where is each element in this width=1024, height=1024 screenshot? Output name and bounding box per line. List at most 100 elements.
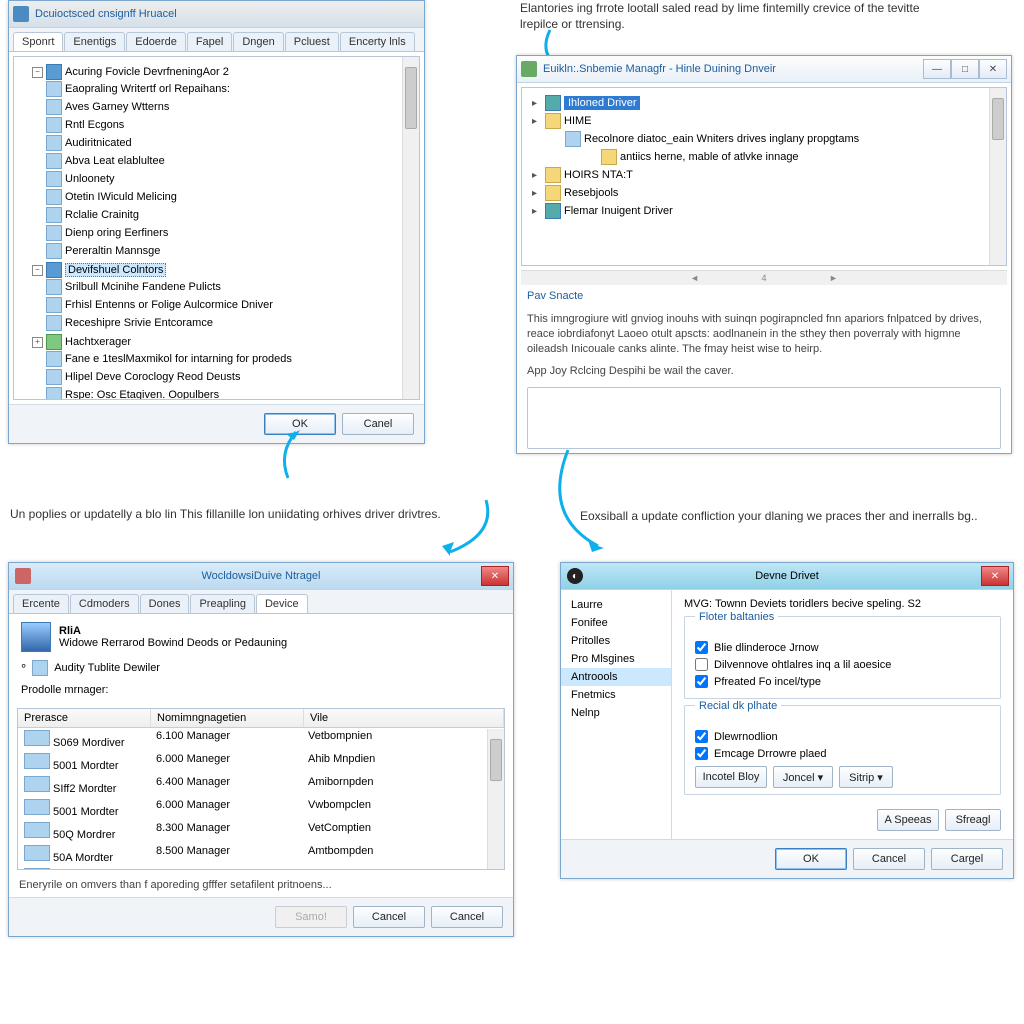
- expand-arrow[interactable]: ▸: [532, 188, 542, 199]
- table-row[interactable]: SIff2 Mordter6.400 ManagerAmibornpden: [18, 774, 504, 797]
- check-5[interactable]: Emcage Drrowre plaed: [695, 747, 990, 760]
- tree-item[interactable]: Rclalie Crainitg: [65, 209, 139, 221]
- nav-fnetmics[interactable]: Fnetmics: [561, 686, 671, 704]
- tree-item[interactable]: Frhisl Entenns or Folige Aulcormice Dniv…: [65, 299, 273, 311]
- tree-item[interactable]: Rntl Ecgons: [65, 119, 124, 131]
- tree-item[interactable]: Audiritnicated: [65, 137, 132, 149]
- aspeeas-button[interactable]: A Speeas: [877, 809, 939, 831]
- notes-textarea[interactable]: [527, 387, 1001, 449]
- tab-enentigs[interactable]: Enentigs: [64, 32, 125, 51]
- leaf-icon: [46, 117, 62, 133]
- scrollbar-thumb[interactable]: [405, 67, 417, 129]
- close-button[interactable]: ✕: [979, 59, 1007, 79]
- scrollbar[interactable]: [402, 57, 419, 399]
- cancel-button[interactable]: Cancel: [853, 848, 925, 870]
- check-2[interactable]: Dilvennove ohtlalres inq a lil aoesice: [695, 658, 990, 671]
- nav-promlsgines[interactable]: Pro Mlsgines: [561, 650, 671, 668]
- ok-button[interactable]: OK: [264, 413, 336, 435]
- tab-dngen[interactable]: Dngen: [233, 32, 283, 51]
- scrollbar[interactable]: [989, 88, 1006, 265]
- titlebar[interactable]: Dcuioctsced cnsignff Hruacel: [9, 1, 424, 28]
- tab-sponrt[interactable]: Sponrt: [13, 32, 63, 51]
- tree-item[interactable]: Fane e 1teslMaxmikol for intarning for p…: [65, 353, 292, 365]
- horizontal-scrollbar[interactable]: ◄ 4 ►: [521, 270, 1007, 285]
- close-button[interactable]: ✕: [981, 566, 1009, 586]
- titlebar[interactable]: WocldowsiDuive Ntragel ✕: [9, 563, 513, 590]
- check-1[interactable]: Blie dlinderoce Jrnow: [695, 641, 990, 654]
- table-row[interactable]: 50A Mordter8.500 ManagerAmtbompden: [18, 843, 504, 866]
- cancel-button[interactable]: Canel: [342, 413, 414, 435]
- maximize-button[interactable]: □: [951, 59, 979, 79]
- scrollbar-thumb[interactable]: [490, 739, 502, 781]
- module-list[interactable]: Prerasce Nomimngnagetien Vile S069 Mordi…: [17, 708, 505, 870]
- driver-tree[interactable]: ▸ Ihloned Driver ▸ HIME Recolnore diatoc_eai…: [521, 87, 1007, 266]
- expand-arrow[interactable]: ▸: [532, 170, 542, 181]
- driver-item[interactable]: HIME: [564, 115, 592, 127]
- driver-item[interactable]: Ihloned Driver: [564, 96, 640, 110]
- ok-button[interactable]: OK: [775, 848, 847, 870]
- table-row[interactable]: 5001 Mordter6.000 ManagerVwbompclen: [18, 797, 504, 820]
- tree-item[interactable]: Unloonety: [65, 173, 115, 185]
- table-row[interactable]: 5010 Mordter7,100 ManagerVecComopien: [18, 866, 504, 870]
- titlebar[interactable]: Euikln:.Snbemie Managfr - Hinle Duining …: [517, 56, 1011, 83]
- driver-item[interactable]: HOIRS NTA:T: [564, 169, 633, 181]
- tab-preapling[interactable]: Preapling: [190, 594, 254, 613]
- tree-item[interactable]: Pereraltin Mannsge: [65, 245, 160, 257]
- expand-arrow[interactable]: ▸: [532, 116, 542, 127]
- incotel-button[interactable]: Incotel Bloy: [695, 766, 767, 788]
- col-1[interactable]: Prerasce: [18, 709, 151, 727]
- cancel-button-2[interactable]: Cancel: [431, 906, 503, 928]
- tree-item[interactable]: Aves Garney Wtterns: [65, 101, 169, 113]
- table-row[interactable]: S069 Mordiver6.100 ManagerVetbompnien: [18, 728, 504, 751]
- tree-item[interactable]: Eaopraling Writertf orl Repaihans:: [65, 83, 230, 95]
- minimize-button[interactable]: —: [923, 59, 951, 79]
- tab-encerty[interactable]: Encerty lnls: [340, 32, 415, 51]
- col-2[interactable]: Nomimngnagetien: [151, 709, 304, 727]
- leaf-icon: [46, 207, 62, 223]
- nav-fonifee[interactable]: Fonifee: [561, 614, 671, 632]
- expand-arrow[interactable]: ▸: [532, 98, 542, 109]
- scrollbar-thumb[interactable]: [992, 98, 1004, 140]
- tree-item[interactable]: Otetin IWiculd Melicing: [65, 191, 177, 203]
- tree-item[interactable]: Abva Leat elablultee: [65, 155, 165, 167]
- driver-item[interactable]: antiics herne, mable of atlvke innage: [620, 151, 799, 163]
- driver-item[interactable]: Resebjools: [564, 187, 618, 199]
- expand-toggle[interactable]: −: [32, 67, 43, 78]
- check-4[interactable]: Dlewrnodlion: [695, 730, 990, 743]
- titlebar[interactable]: ◐ Devne Drivet ✕: [561, 563, 1013, 590]
- tab-cdmoders[interactable]: Cdmoders: [70, 594, 139, 613]
- cancel-button-1[interactable]: Cancel: [353, 906, 425, 928]
- tree-item[interactable]: Hlipel Deve Coroclogy Reod Deusts: [65, 371, 240, 383]
- table-row[interactable]: 5001 Mordter6.000 ManegerAhib Mnpdien: [18, 751, 504, 774]
- tab-pcluest[interactable]: Pcluest: [285, 32, 339, 51]
- tab-edoerde[interactable]: Edoerde: [126, 32, 186, 51]
- close-button[interactable]: ✕: [481, 566, 509, 586]
- selected-node[interactable]: Devifshuel Colntors: [65, 263, 166, 277]
- nav-pritolles[interactable]: Pritolles: [561, 632, 671, 650]
- table-row[interactable]: 50Q Mordrer8.300 ManagerVetComptien: [18, 820, 504, 843]
- tree-item[interactable]: Dienp oring Eerfiners: [65, 227, 168, 239]
- tab-ercente[interactable]: Ercente: [13, 594, 69, 613]
- cargel-button[interactable]: Cargel: [931, 848, 1003, 870]
- check-3[interactable]: Pfreated Fo incel/type: [695, 675, 990, 688]
- nav-antroools[interactable]: Antroools: [561, 668, 671, 686]
- nav-laurre[interactable]: Laurre: [561, 596, 671, 614]
- tree-item[interactable]: Receshipre Srivie Entcoramce: [65, 317, 213, 329]
- nav-nelnp[interactable]: Nelnp: [561, 704, 671, 722]
- tree-item[interactable]: Rspe: Osc Etagiven. Oopulbers: [65, 389, 219, 400]
- sfreagl-button[interactable]: Sfreagl: [945, 809, 1001, 831]
- driver-item[interactable]: Recolnore diatoc_eain Wniters drives ing…: [584, 133, 859, 145]
- expand-arrow[interactable]: ▸: [532, 206, 542, 217]
- col-3[interactable]: Vile: [304, 709, 504, 727]
- joncel-dropdown[interactable]: Joncel ▾: [773, 766, 833, 788]
- tab-dones[interactable]: Dones: [140, 594, 190, 613]
- scrollbar[interactable]: [487, 729, 504, 869]
- expand-toggle[interactable]: −: [32, 265, 43, 276]
- tab-fapel[interactable]: Fapel: [187, 32, 233, 51]
- sitrip-dropdown[interactable]: Sitrip ▾: [839, 766, 893, 788]
- tab-device[interactable]: Device: [256, 594, 308, 613]
- tree-item[interactable]: Srilbull Mcinihe Fandene Pulicts: [65, 281, 221, 293]
- tree-view[interactable]: −Acuring Fovicle DevrfneningAor 2 Eaopra…: [13, 56, 420, 400]
- expand-toggle[interactable]: +: [32, 337, 43, 348]
- driver-item[interactable]: Flemar Inuigent Driver: [564, 205, 673, 217]
